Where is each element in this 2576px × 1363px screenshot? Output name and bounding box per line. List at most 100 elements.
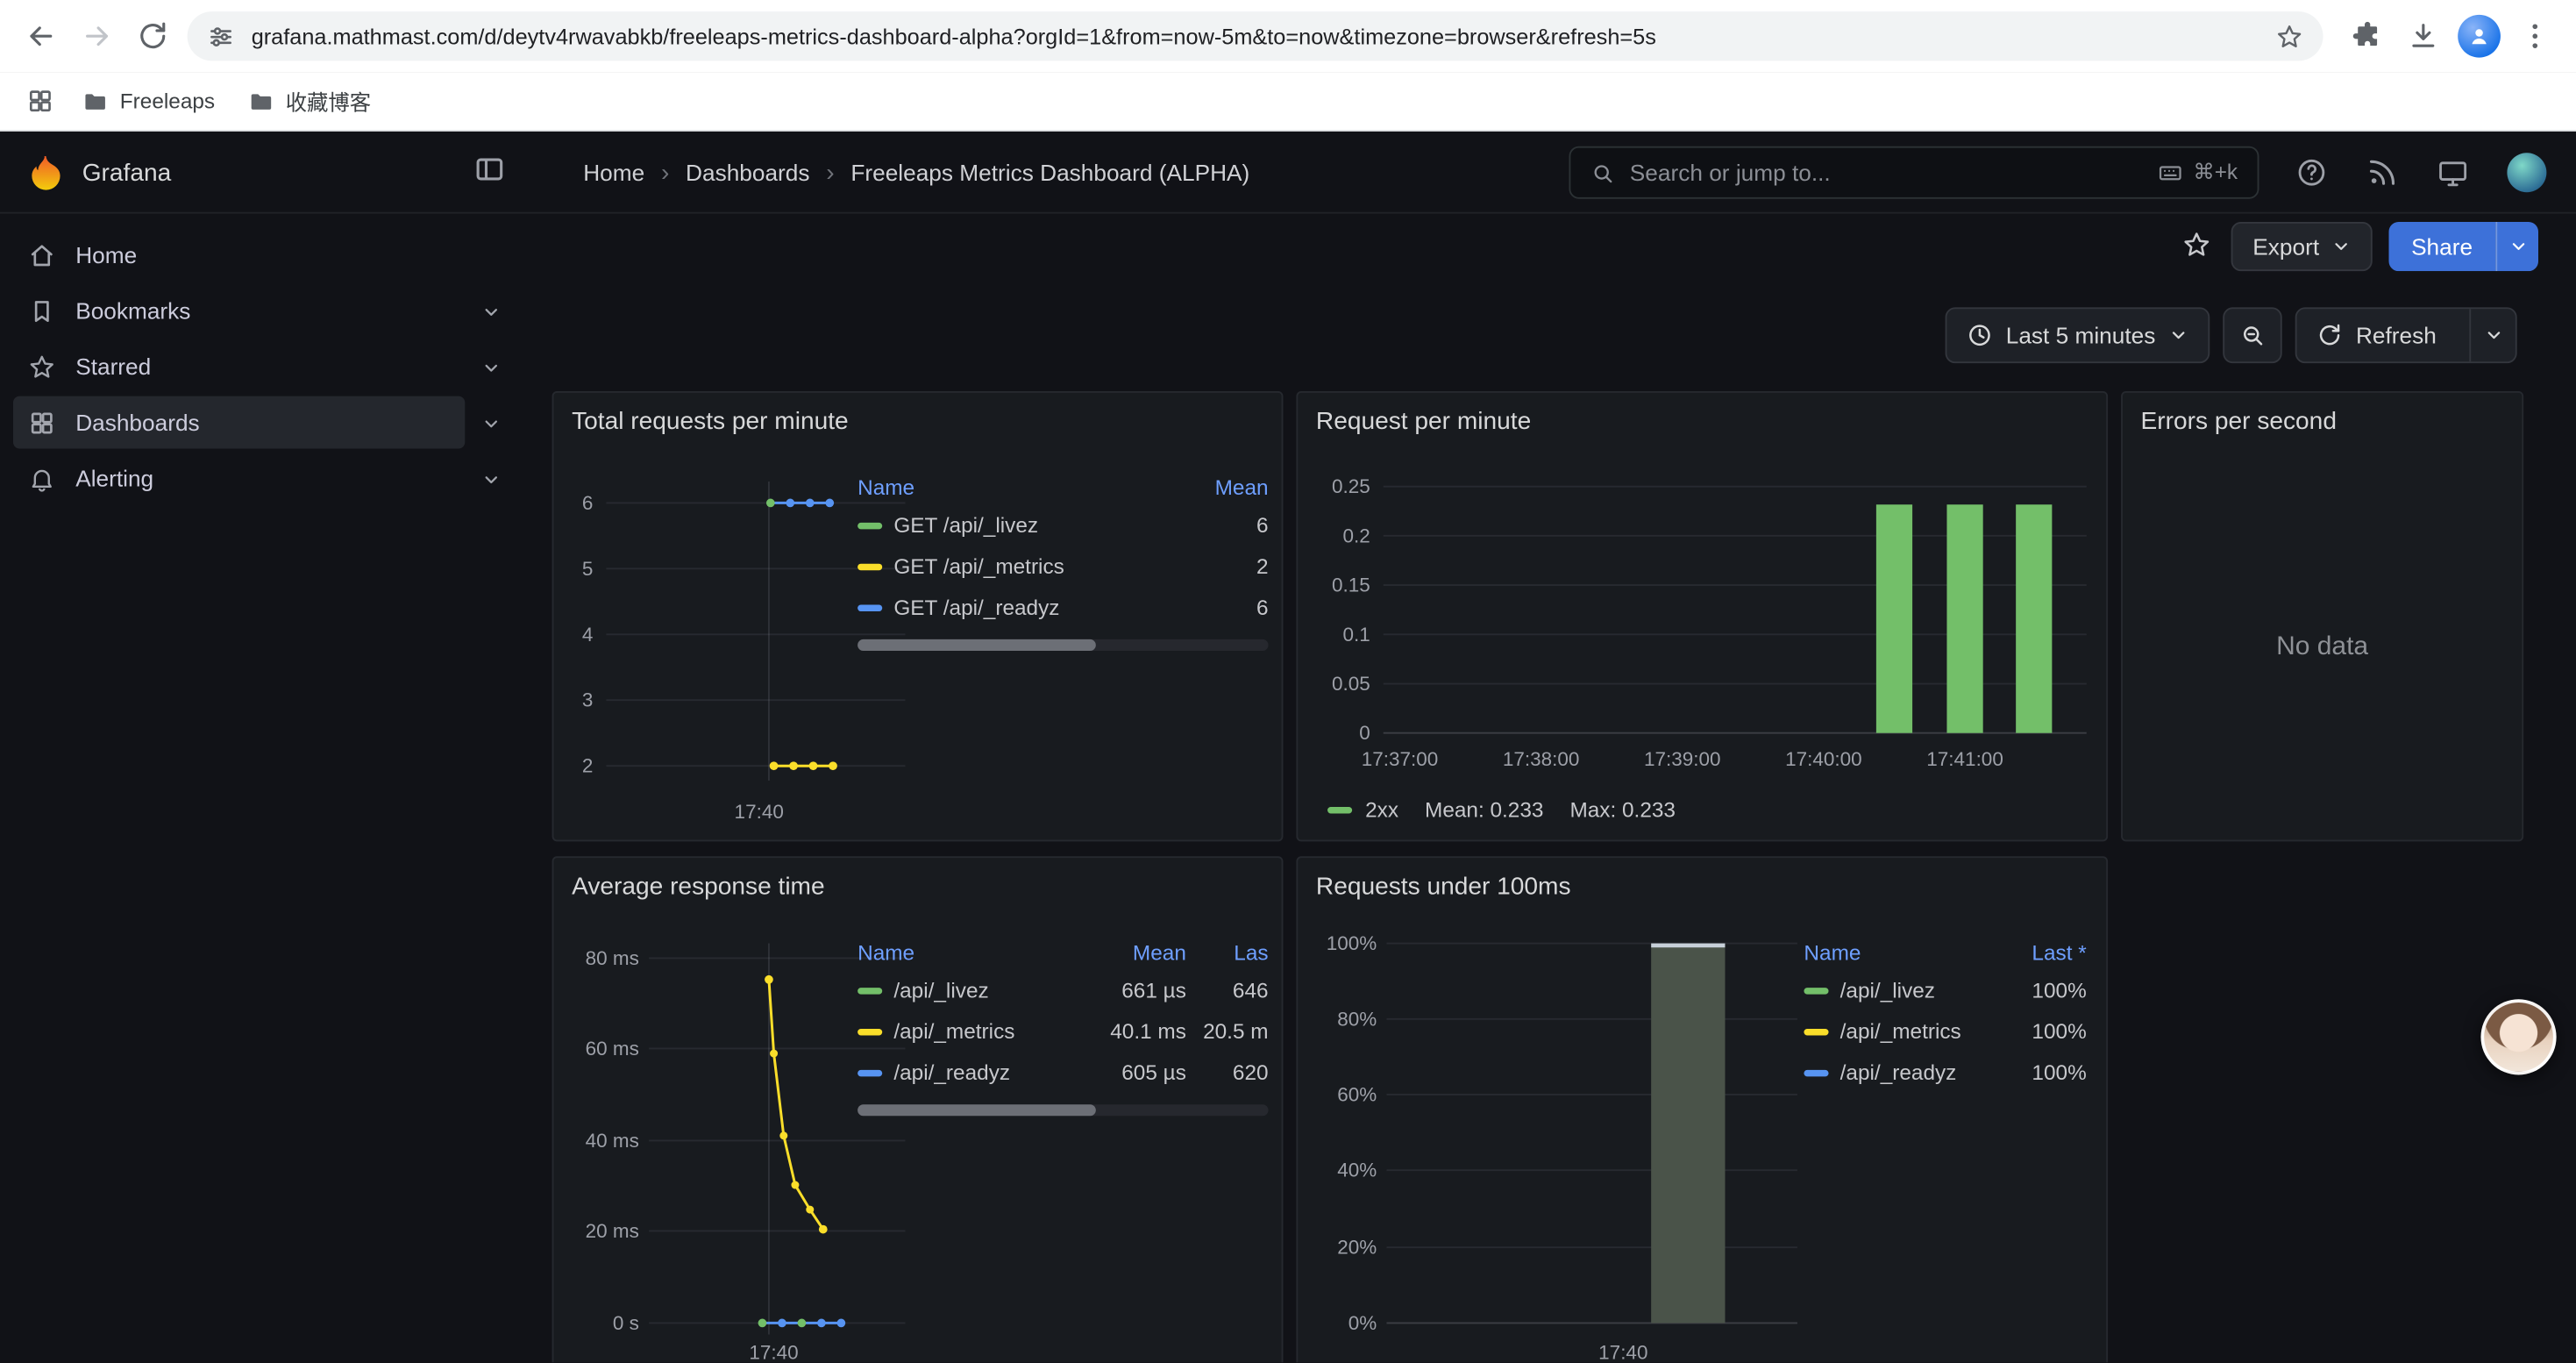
keyboard-icon [2157,160,2183,186]
scrollbar-thumb[interactable] [857,639,1096,651]
zoom-out-button[interactable] [2223,307,2281,363]
bookmark-folder-blogs[interactable]: 收藏博客 [235,79,385,124]
dashboard-main: Export Share Last [523,214,2576,1363]
sidebar-item-label: Starred [75,353,151,380]
chevron-down-icon[interactable] [481,301,501,320]
sidebar-toggle-button[interactable] [473,153,513,192]
no-data-message: No data [2123,632,2522,662]
sidebar-item-dashboards[interactable]: Dashboards [0,395,523,451]
breadcrumb-separator: › [826,159,834,187]
sidebar-item-starred[interactable]: Starred [0,339,523,395]
sidebar-item-alerting[interactable]: Alerting [0,450,523,506]
news-button[interactable] [2366,156,2398,189]
series-mean: 661 µs [1071,978,1186,1003]
series-swatch [1804,1069,1828,1075]
series-swatch [1804,1028,1828,1034]
profile-button[interactable] [2451,8,2508,64]
share-menu-button[interactable] [2495,222,2538,271]
chevron-down-icon [2508,237,2527,256]
address-bar[interactable]: grafana.mathmast.com/d/deytv4rwavabkb/fr… [188,11,2323,61]
apps-grid-button[interactable] [17,78,62,124]
panel-title[interactable]: Total requests per minute [572,408,1281,436]
search-input[interactable] [1630,160,2157,186]
legend-header-last[interactable]: Last * [1995,939,2087,964]
series-name[interactable]: GET /api/_metrics [893,553,1064,578]
refresh-button[interactable]: Refresh [2297,309,2457,361]
chevron-down-icon[interactable] [481,468,501,488]
panel-errors-per-second: Errors per second No data [2121,391,2523,841]
help-icon [2295,156,2328,189]
panel-requests-under-100ms: Requests under 100ms 100% 80% 60% 40% 20… [1296,856,2108,1362]
series-name[interactable]: /api/_readyz [1840,1060,1957,1085]
series-name[interactable]: /api/_livez [893,978,988,1003]
series-mean: 40.1 ms [1071,1019,1186,1044]
legend-header-name[interactable]: Name [857,475,1177,499]
breadcrumb-dashboards[interactable]: Dashboards [686,160,809,186]
series-name[interactable]: /api/_metrics [893,1019,1014,1044]
share-button[interactable]: Share [2388,222,2495,271]
refresh-group: Refresh [2295,307,2517,363]
legend-scrollbar[interactable] [857,1104,1268,1116]
extensions-button[interactable] [2339,8,2395,64]
series-mean: 605 µs [1071,1060,1186,1085]
site-settings-icon[interactable] [207,22,235,50]
legend-header-name[interactable]: Name [857,939,1071,964]
series-mean: Mean: 0.233 [1425,797,1543,822]
panel-title[interactable]: Average response time [572,873,1281,901]
back-button[interactable] [13,8,69,64]
legend-row: /api/_livez 100% [1804,970,2086,1011]
legend-header-last[interactable]: Las [1186,939,1269,964]
shortcut-label: ⌘+k [2193,160,2238,186]
bookmark-folder-freeleaps[interactable]: Freeleaps [69,82,228,121]
series-name[interactable]: /api/_livez [1840,978,1935,1003]
panel-title[interactable]: Request per minute [1316,408,2106,436]
series-last: 646 [1186,978,1269,1003]
header-actions [2295,132,2547,214]
legend-table: Name Mean Las /api/_livez 661 µs 646 /ap… [857,933,1268,1116]
favorite-star-button[interactable] [2182,230,2215,262]
sidebar-item-bookmarks[interactable]: Bookmarks [0,282,523,339]
panel-title[interactable]: Requests under 100ms [1316,873,2106,901]
star-icon [2182,230,2212,260]
legend-row: /api/_readyz 605 µs 620 [857,1052,1268,1093]
series-swatch [857,563,882,569]
refresh-interval-button[interactable] [2469,309,2515,361]
series-swatch [857,522,882,528]
series-last: 620 [1186,1060,1269,1085]
kebab-menu-icon [2519,19,2551,52]
legend-scrollbar[interactable] [857,639,1268,651]
forward-button[interactable] [69,8,125,64]
chevron-down-icon [2330,237,2350,256]
search-box[interactable]: ⌘+k [1569,146,2259,199]
help-button[interactable] [2295,156,2328,189]
export-button[interactable]: Export [2231,222,2372,271]
chevron-down-icon [2168,325,2188,345]
legend-header-name[interactable]: Name [1804,939,1994,964]
chevron-down-icon[interactable] [481,357,501,376]
breadcrumb-home[interactable]: Home [583,160,644,186]
legend-row: /api/_metrics 100% [1804,1010,2086,1052]
sidebar-item-home[interactable]: Home [0,227,523,283]
user-avatar[interactable] [2507,153,2546,192]
export-label: Export [2252,233,2319,260]
bookmark-star-icon[interactable] [2275,22,2303,50]
series-last: 100% [1995,978,2087,1003]
time-range-label: Last 5 minutes [2006,322,2156,348]
chevron-down-icon[interactable] [481,412,501,432]
panel-title[interactable]: Errors per second [2141,408,2523,436]
reload-button[interactable] [125,8,181,64]
floating-assistant-avatar[interactable] [2480,999,2556,1074]
series-name[interactable]: /api/_readyz [893,1060,1010,1085]
legend-header-mean[interactable]: Mean [1177,475,1269,499]
legend-header-mean[interactable]: Mean [1071,939,1186,964]
display-button[interactable] [2437,156,2469,189]
time-range-picker[interactable]: Last 5 minutes [1945,307,2210,363]
series-name[interactable]: GET /api/_livez [893,513,1038,538]
downloads-button[interactable] [2395,8,2451,64]
grafana-logo-link[interactable]: Grafana [26,132,171,214]
browser-menu-button[interactable] [2507,8,2563,64]
series-name[interactable]: 2xx [1365,797,1398,822]
scrollbar-thumb[interactable] [857,1104,1096,1116]
series-name[interactable]: /api/_metrics [1840,1019,1961,1044]
series-name[interactable]: GET /api/_readyz [893,595,1059,619]
